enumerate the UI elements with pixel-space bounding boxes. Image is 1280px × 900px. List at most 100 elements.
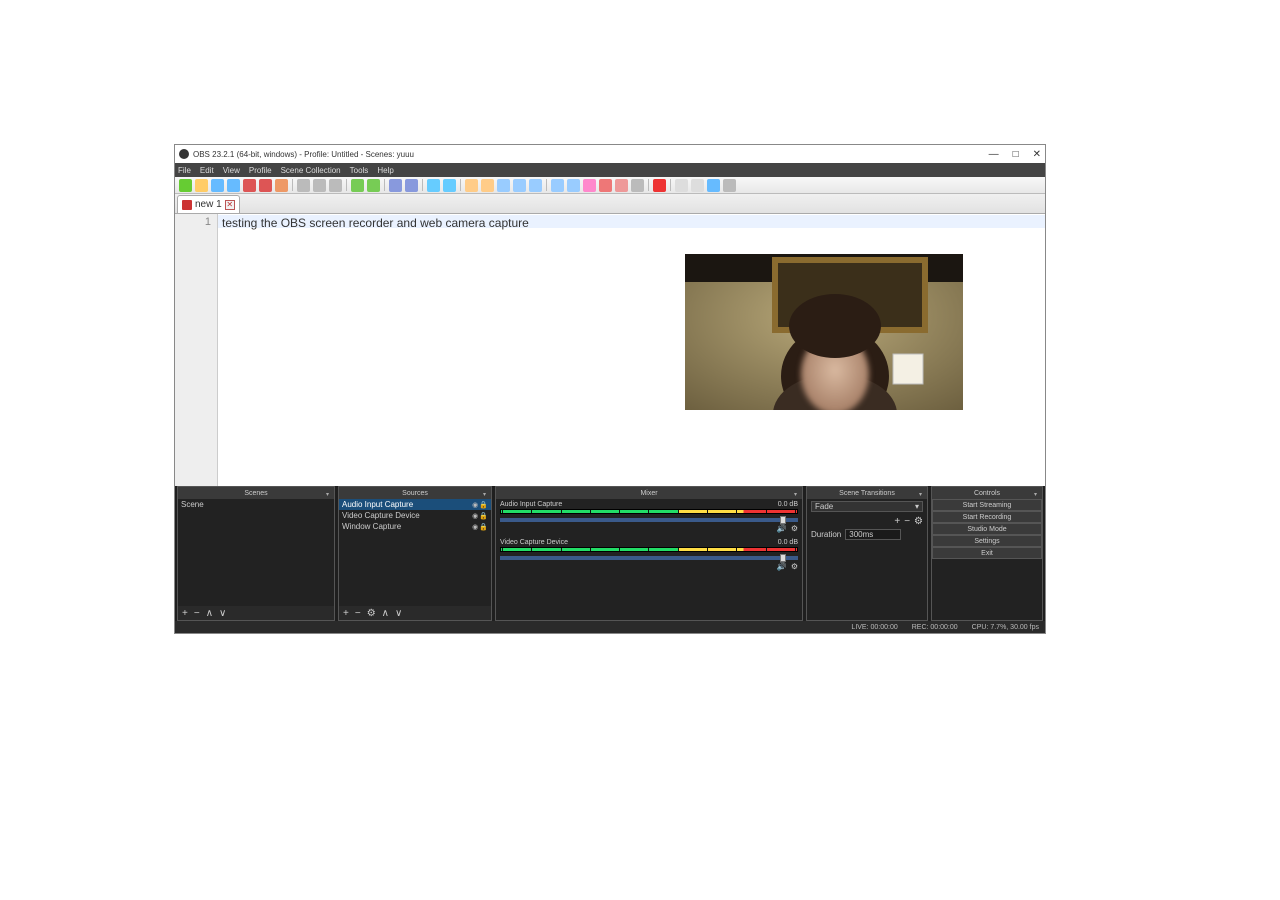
find-icon[interactable] — [389, 179, 402, 192]
new-icon[interactable] — [179, 179, 192, 192]
channel-name: Video Capture Device — [500, 539, 568, 546]
tool-e-icon[interactable] — [529, 179, 542, 192]
lock-icon[interactable]: 🔒 — [479, 512, 488, 520]
transition-select[interactable]: Fade ▾ — [811, 501, 923, 512]
print-icon[interactable] — [275, 179, 288, 192]
tool-o-icon[interactable] — [723, 179, 736, 192]
cut-icon[interactable] — [297, 179, 310, 192]
tool-f-icon[interactable] — [551, 179, 564, 192]
source-down-icon[interactable]: ∨ — [395, 608, 402, 619]
mixer-dock: Mixer ▾ Audio Input Capture 0.0 dB 🔊 ⚙ — [495, 486, 803, 621]
exit-button[interactable]: Exit — [932, 547, 1042, 559]
scene-item[interactable]: Scene — [178, 499, 334, 510]
menu-file[interactable]: File — [178, 166, 191, 175]
start-streaming-button[interactable]: Start Streaming — [932, 499, 1042, 511]
menu-edit[interactable]: Edit — [200, 166, 214, 175]
audio-meter — [500, 509, 798, 514]
editor-tab[interactable]: new 1 ✕ — [177, 195, 240, 213]
scene-down-icon[interactable]: ∨ — [219, 608, 226, 619]
titlebar: OBS 23.2.1 (64-bit, windows) - Profile: … — [175, 145, 1045, 163]
obs-window: OBS 23.2.1 (64-bit, windows) - Profile: … — [174, 144, 1046, 634]
tool-j-icon[interactable] — [615, 179, 628, 192]
eye-icon[interactable]: ◉ — [472, 501, 478, 509]
redo-icon[interactable] — [367, 179, 380, 192]
chevron-down-icon[interactable]: ▾ — [1034, 491, 1039, 496]
transition-settings-icon[interactable]: ⚙ — [914, 516, 923, 527]
copy-icon[interactable] — [313, 179, 326, 192]
menu-tools[interactable]: Tools — [350, 166, 369, 175]
tool-a-icon[interactable] — [465, 179, 478, 192]
chevron-down-icon[interactable]: ▾ — [326, 491, 331, 496]
tool-l-icon[interactable] — [675, 179, 688, 192]
eye-icon[interactable]: ◉ — [472, 523, 478, 531]
volume-slider[interactable] — [500, 556, 798, 560]
add-source-icon[interactable]: + — [343, 608, 349, 619]
remove-transition-icon[interactable]: − — [904, 516, 910, 527]
minimize-button[interactable]: — — [989, 149, 999, 160]
add-transition-icon[interactable]: + — [894, 516, 900, 527]
closeall-icon[interactable] — [259, 179, 272, 192]
menu-profile[interactable]: Profile — [249, 166, 272, 175]
lock-icon[interactable]: 🔒 — [479, 501, 488, 509]
remove-scene-icon[interactable]: − — [194, 608, 200, 619]
save-icon[interactable] — [211, 179, 224, 192]
tool-h-icon[interactable] — [583, 179, 596, 192]
mixer-channel: Audio Input Capture 0.0 dB 🔊 ⚙ — [496, 499, 802, 537]
replace-icon[interactable] — [405, 179, 418, 192]
tool-b-icon[interactable] — [481, 179, 494, 192]
menu-view[interactable]: View — [223, 166, 240, 175]
slider-knob[interactable] — [780, 516, 786, 524]
maximize-button[interactable]: □ — [1013, 149, 1019, 160]
duration-input[interactable]: 300ms — [845, 529, 901, 540]
tool-k-icon[interactable] — [631, 179, 644, 192]
lock-icon[interactable]: 🔒 — [479, 523, 488, 531]
code-pane[interactable]: testing the OBS screen recorder and web … — [218, 214, 1045, 486]
add-scene-icon[interactable]: + — [182, 608, 188, 619]
close-button[interactable]: ✕ — [1033, 149, 1041, 160]
volume-slider[interactable] — [500, 518, 798, 522]
menu-scene-collection[interactable]: Scene Collection — [281, 166, 341, 175]
record-icon[interactable] — [653, 179, 666, 192]
open-icon[interactable] — [195, 179, 208, 192]
chevron-down-icon[interactable]: ▾ — [483, 491, 488, 496]
tool-i-icon[interactable] — [599, 179, 612, 192]
controls-dock: Controls ▾ Start Streaming Start Recordi… — [931, 486, 1043, 621]
scenes-list[interactable]: Scene — [178, 499, 334, 606]
tool-m-icon[interactable] — [691, 179, 704, 192]
scene-up-icon[interactable]: ∧ — [206, 608, 213, 619]
chevron-down-icon[interactable]: ▾ — [919, 491, 924, 496]
tool-d-icon[interactable] — [513, 179, 526, 192]
source-settings-icon[interactable]: ⚙ — [367, 608, 376, 619]
channel-settings-icon[interactable]: ⚙ — [791, 562, 798, 571]
speaker-icon[interactable]: 🔊 — [777, 524, 787, 533]
start-recording-button[interactable]: Start Recording — [932, 511, 1042, 523]
tool-g-icon[interactable] — [567, 179, 580, 192]
zoomout-icon[interactable] — [443, 179, 456, 192]
source-item[interactable]: Audio Input Capture ◉🔒 — [339, 499, 491, 510]
chevron-down-icon[interactable]: ▾ — [794, 491, 799, 496]
settings-button[interactable]: Settings — [932, 535, 1042, 547]
channel-name: Audio Input Capture — [500, 501, 562, 508]
menu-help[interactable]: Help — [377, 166, 393, 175]
remove-source-icon[interactable]: − — [355, 608, 361, 619]
channel-settings-icon[interactable]: ⚙ — [791, 524, 798, 533]
saveall-icon[interactable] — [227, 179, 240, 192]
speaker-icon[interactable]: 🔊 — [777, 562, 787, 571]
studio-mode-button[interactable]: Studio Mode — [932, 523, 1042, 535]
tab-close-icon[interactable]: ✕ — [225, 200, 235, 210]
source-up-icon[interactable]: ∧ — [382, 608, 389, 619]
source-item[interactable]: Window Capture ◉🔒 — [339, 521, 491, 532]
source-item[interactable]: Video Capture Device ◉🔒 — [339, 510, 491, 521]
tool-c-icon[interactable] — [497, 179, 510, 192]
undo-icon[interactable] — [351, 179, 364, 192]
paste-icon[interactable] — [329, 179, 342, 192]
zoomin-icon[interactable] — [427, 179, 440, 192]
app-icon — [179, 149, 189, 159]
close-icon[interactable] — [243, 179, 256, 192]
sources-list[interactable]: Audio Input Capture ◉🔒 Video Capture Dev… — [339, 499, 491, 606]
sources-dock: Sources ▾ Audio Input Capture ◉🔒 Video C… — [338, 486, 492, 621]
slider-knob[interactable] — [780, 554, 786, 562]
menubar: File Edit View Profile Scene Collection … — [175, 163, 1045, 177]
tool-n-icon[interactable] — [707, 179, 720, 192]
eye-icon[interactable]: ◉ — [472, 512, 478, 520]
